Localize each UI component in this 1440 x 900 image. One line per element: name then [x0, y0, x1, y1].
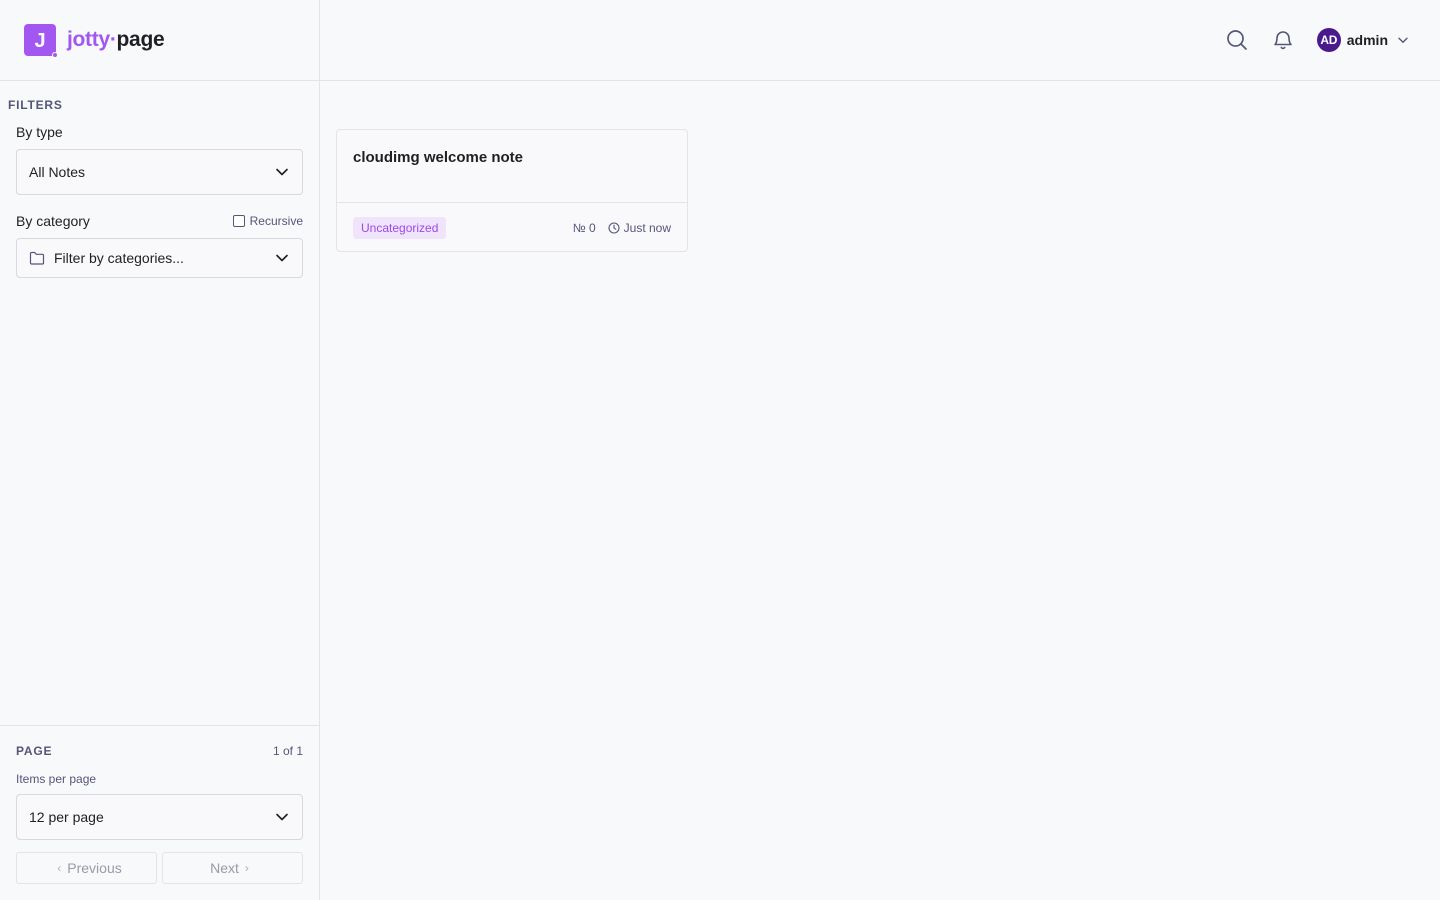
by-category-label: By category	[16, 213, 90, 229]
chevron-down-icon	[276, 813, 288, 821]
previous-button[interactable]: ‹ Previous	[16, 852, 157, 884]
chevron-down-icon	[276, 254, 288, 262]
category-tag[interactable]: Uncategorized	[353, 216, 447, 239]
category-select-placeholder: Filter by categories...	[54, 250, 184, 266]
folder-icon	[29, 251, 45, 265]
pagination-title: PAGE	[16, 744, 53, 758]
pager: ‹ Previous Next ›	[16, 852, 303, 884]
brand-name-part1: jotty	[67, 28, 110, 51]
username: admin	[1346, 32, 1388, 48]
brand[interactable]: J jotty·page	[0, 0, 319, 81]
search-button[interactable]	[1225, 28, 1249, 52]
brand-name-part2: page	[116, 28, 165, 51]
page-count: 1 of 1	[272, 744, 303, 758]
items-per-page-label: Items per page	[16, 772, 97, 786]
pagination-header: PAGE 1 of 1	[16, 744, 303, 758]
topbar: AD admin	[320, 0, 1440, 81]
logo-glyph: J	[34, 30, 46, 52]
recursive-toggle[interactable]: Recursive	[232, 214, 303, 228]
clock-icon	[608, 221, 620, 234]
note-card[interactable]: cloudimg welcome note Uncategorized № 0 …	[336, 129, 688, 252]
chevron-down-icon	[1398, 37, 1408, 43]
filters-panel: FILTERS By type All Notes By category Re…	[0, 81, 319, 278]
category-header: By category Recursive	[16, 213, 303, 229]
pagination-panel: PAGE 1 of 1 Items per page 12 per page ‹…	[0, 725, 319, 900]
brand-name-separator: ·	[109, 28, 117, 51]
note-footer: Uncategorized № 0 Just now	[337, 202, 687, 252]
by-type-label: By type	[16, 124, 63, 140]
sidebar: J jotty·page FILTERS By type All Notes B…	[0, 0, 320, 900]
note-title[interactable]: cloudimg welcome note	[337, 130, 687, 202]
logo-icon: J	[24, 24, 58, 58]
brand-name: jotty·page	[67, 28, 165, 52]
type-select-value: All Notes	[29, 164, 86, 180]
items-per-page-select[interactable]: 12 per page	[16, 794, 303, 840]
note-meta: № 0 Just now	[573, 221, 671, 235]
note-time: Just now	[623, 220, 671, 235]
top-actions: AD admin	[1225, 0, 1408, 80]
bell-icon	[1273, 31, 1292, 50]
category-select[interactable]: Filter by categories...	[16, 238, 303, 278]
logo-dot	[52, 52, 58, 58]
note-number: № 0	[572, 220, 596, 235]
type-select[interactable]: All Notes	[16, 149, 303, 195]
previous-label: Previous	[67, 860, 122, 876]
next-label: Next	[210, 860, 239, 876]
chevron-left-icon: ‹	[57, 861, 62, 875]
notifications-button[interactable]	[1271, 28, 1295, 52]
next-button[interactable]: Next ›	[162, 852, 303, 884]
main-content: cloudimg welcome note Uncategorized № 0 …	[320, 81, 1440, 900]
chevron-right-icon: ›	[244, 861, 249, 875]
user-menu[interactable]: AD admin	[1316, 28, 1408, 52]
items-per-page-value: 12 per page	[29, 809, 104, 825]
recursive-label: Recursive	[249, 214, 303, 228]
avatar: AD	[1316, 28, 1341, 52]
filters-title: FILTERS	[8, 98, 63, 112]
chevron-down-icon	[276, 168, 288, 176]
recursive-checkbox[interactable]	[232, 215, 245, 227]
search-icon	[1226, 30, 1247, 50]
